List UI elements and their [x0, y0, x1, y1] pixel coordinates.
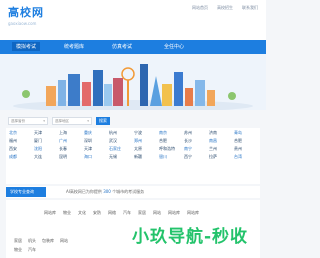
nav-item-question-bank[interactable]: 统考题库	[64, 43, 84, 50]
city-link[interactable]: 无锡	[109, 154, 134, 159]
city-link[interactable]: 南昌	[209, 138, 234, 143]
city-grid: 北京 天津 上海 重庆 杭州 宁波 南京 苏州 济南 青岛 福州 厦门 广州 深圳 武汉 郑州 合肥 长沙 南昌 合肥…	[9, 130, 259, 159]
notice-count: 300	[103, 189, 111, 194]
city-link[interactable]: 合肥	[159, 138, 184, 143]
notice-tag[interactable]: 学校专业查询	[6, 187, 46, 197]
city-link[interactable]: 呼和浩特	[159, 146, 184, 151]
city-link[interactable]: 郑州	[134, 138, 159, 143]
category-row-main: 网站库 物业 文化 安防 网络 汽车 家居 网站 网站库 网站库	[44, 210, 199, 216]
nav-item-mock-exam[interactable]: 模拟考试	[12, 42, 41, 51]
city-link[interactable]: 天津	[34, 130, 59, 135]
search-button[interactable]: 搜索	[96, 117, 110, 125]
city-select[interactable]: 选择地区 ▾	[52, 117, 92, 125]
top-links: 网站首页 高校招生 联系我们	[192, 5, 258, 11]
city-link[interactable]: 北京	[9, 130, 34, 135]
city-link[interactable]: 海口	[84, 154, 109, 159]
category-row-sub: 家居 机头 包装库 网站	[14, 238, 68, 244]
city-link[interactable]: 重庆	[84, 130, 109, 135]
notice-suffix: 个城市的考试服务	[112, 189, 145, 194]
top-link-home[interactable]: 网站首页	[192, 5, 208, 11]
city-link[interactable]: 武汉	[109, 138, 134, 143]
city-link[interactable]: 石家庄	[109, 146, 134, 151]
city-link[interactable]: 长沙	[184, 138, 209, 143]
category-link[interactable]: 物业	[14, 247, 22, 253]
category-link[interactable]: 网站库	[44, 210, 56, 216]
category-link[interactable]: 文化	[78, 210, 86, 216]
category-link[interactable]: 家居	[14, 238, 22, 244]
city-link[interactable]: 济南	[209, 130, 234, 135]
city-link[interactable]: 天津	[84, 146, 109, 151]
site-logo[interactable]: 高校网 gaoxiaow.com	[8, 4, 68, 32]
city-banner	[0, 54, 266, 110]
category-row-sub: 物业 汽车	[14, 247, 36, 253]
city-link[interactable]: 昆明	[59, 154, 84, 159]
chevron-down-icon: ▾	[43, 119, 45, 123]
city-link[interactable]: 贵州	[234, 146, 259, 151]
category-link[interactable]: 汽车	[123, 210, 131, 216]
nav-item-simulation[interactable]: 仿真考试	[112, 43, 132, 50]
main-nav: 模拟考试 统考题库 仿真考试 全任中心	[0, 40, 266, 54]
category-link[interactable]: 网络	[108, 210, 116, 216]
city-link[interactable]: 青岛	[234, 130, 259, 135]
city-link[interactable]: 西宁	[184, 154, 209, 159]
category-link[interactable]: 机头	[28, 238, 36, 244]
top-header: 高校网 gaoxiaow.com 网站首页 高校招生 联系我们	[0, 0, 266, 40]
city-link[interactable]: 南京	[159, 130, 184, 135]
category-link[interactable]: 物业	[63, 210, 71, 216]
search-row: 选择省份 ▾ 选择地区 ▾ 搜索	[8, 117, 110, 125]
category-link[interactable]: 网站库	[187, 210, 199, 216]
city-link[interactable]: 福州	[9, 138, 34, 143]
notice-text: AI高校网已为你提供 300 个城市的考试服务	[66, 189, 144, 195]
city-list-panel: 北京 天津 上海 重庆 杭州 宁波 南京 苏州 济南 青岛 福州 厦门 广州 深圳 武汉 郑州 合肥 长沙 南昌 合肥…	[6, 128, 260, 184]
watermark-text: 小玖导航-秒收	[132, 227, 249, 247]
city-link[interactable]: 台湾	[234, 154, 259, 159]
city-select-label: 选择地区	[55, 119, 69, 123]
city-link[interactable]: 合肥	[234, 138, 259, 143]
city-link[interactable]: 西安	[9, 146, 34, 151]
city-link[interactable]: 南宁	[184, 146, 209, 151]
city-link[interactable]: 长春	[59, 146, 84, 151]
category-link[interactable]: 包装库	[42, 238, 54, 244]
city-skyline-illustration	[0, 54, 266, 110]
category-link[interactable]: 家居	[138, 210, 146, 216]
notice-row: 学校专业查询 AI高校网已为你提供 300 个城市的考试服务	[6, 186, 260, 198]
city-link[interactable]: 太原	[134, 146, 159, 151]
chevron-down-icon: ▾	[87, 119, 89, 123]
top-link-admission[interactable]: 高校招生	[217, 5, 233, 11]
category-link[interactable]: 安防	[93, 210, 101, 216]
category-link[interactable]: 汽车	[28, 247, 36, 253]
city-link[interactable]: 大连	[34, 154, 59, 159]
nav-item-center[interactable]: 全任中心	[164, 43, 184, 50]
city-link[interactable]: 深圳	[84, 138, 109, 143]
category-link[interactable]: 网站	[60, 238, 68, 244]
province-select-label: 选择省份	[11, 119, 25, 123]
city-link[interactable]: 苏州	[184, 130, 209, 135]
city-link[interactable]: 广州	[59, 138, 84, 143]
notice-prefix: AI高校网已为你提供	[66, 189, 102, 194]
city-link[interactable]: 沈阳	[34, 146, 59, 151]
city-link[interactable]: 厦门	[34, 138, 59, 143]
city-link[interactable]: 上海	[59, 130, 84, 135]
city-link[interactable]: 拉萨	[209, 154, 234, 159]
city-link[interactable]: 银川	[159, 154, 184, 159]
province-select[interactable]: 选择省份 ▾	[8, 117, 48, 125]
top-link-contact[interactable]: 联系我们	[242, 5, 258, 11]
category-link[interactable]: 网站	[153, 210, 161, 216]
city-link[interactable]: 兰州	[209, 146, 234, 151]
city-link[interactable]: 宁波	[134, 130, 159, 135]
category-link[interactable]: 网站库	[168, 210, 180, 216]
logo-text: 高校网	[8, 6, 44, 19]
city-link[interactable]: 新疆	[134, 154, 159, 159]
logo-url: gaoxiaow.com	[8, 21, 37, 26]
city-link[interactable]: 杭州	[109, 130, 134, 135]
city-link[interactable]: 成都	[9, 154, 34, 159]
